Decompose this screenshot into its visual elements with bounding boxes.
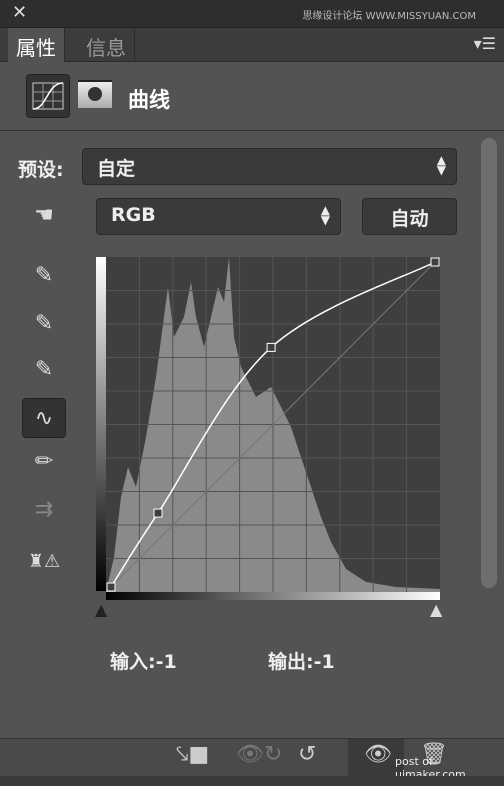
curve-control-point[interactable] — [153, 508, 163, 518]
input-gradient — [106, 592, 440, 600]
view-previous-state-icon[interactable]: 👁↻ — [236, 742, 282, 767]
visibility-eye-icon[interactable]: 👁 — [364, 742, 392, 767]
title-bar: ✕ 思缘设计论坛 WWW.MISSYUAN.COM — [0, 0, 504, 28]
tab-properties[interactable]: 属性 — [8, 28, 65, 62]
channel-select[interactable]: RGB ▲ ▼ — [96, 198, 341, 235]
scrollbar[interactable] — [481, 138, 497, 588]
white-eyedropper-icon[interactable]: ✎ — [22, 350, 66, 390]
curve-point-icon[interactable]: ∿ — [22, 398, 66, 438]
updown-icon: ▲ ▼ — [436, 153, 446, 177]
on-image-adjust-icon[interactable]: ☚ — [22, 196, 66, 236]
curve-control-point[interactable] — [266, 342, 276, 352]
black-eyedropper-icon[interactable]: ✎ — [22, 256, 66, 296]
tab-bar: 属性 信息 ▾☰ — [0, 28, 504, 62]
curve-control-point[interactable] — [106, 582, 116, 592]
input-readout: 输入:-1 — [110, 651, 177, 673]
black-point-slider[interactable]: ▲ — [95, 600, 107, 619]
preset-select[interactable]: 自定 ▲ ▼ — [82, 148, 457, 185]
reset-icon[interactable]: ↺ — [298, 742, 316, 767]
resize-handle[interactable] — [0, 776, 504, 786]
tab-info[interactable]: 信息 — [78, 28, 135, 62]
panel-menu-icon[interactable]: ▾☰ — [474, 34, 496, 53]
mask-icon[interactable] — [78, 80, 112, 108]
auto-button[interactable]: 自动 — [362, 198, 457, 235]
smooth-icon[interactable]: ⇉ — [22, 490, 66, 530]
output-readout: 输出:-1 — [268, 651, 335, 673]
white-point-slider[interactable]: ▲ — [430, 600, 442, 619]
updown-icon: ▲ ▼ — [320, 203, 330, 227]
preset-value: 自定 — [97, 158, 136, 180]
curves-graph[interactable] — [106, 257, 440, 592]
preset-label: 预设: — [18, 159, 64, 181]
output-gradient — [96, 257, 106, 591]
pencil-icon[interactable]: ✏ — [22, 442, 66, 482]
gray-eyedropper-icon[interactable]: ✎ — [22, 304, 66, 344]
curves-icon[interactable] — [26, 74, 70, 118]
panel-title: 曲线 — [128, 88, 170, 112]
watermark: 思缘设计论坛 WWW.MISSYUAN.COM — [302, 11, 476, 22]
clip-to-layer-icon[interactable]: ⤥■ — [176, 742, 209, 767]
clipping-warning-icon[interactable]: ♜⚠ — [22, 542, 66, 582]
channel-value: RGB — [111, 204, 156, 226]
curve-control-point[interactable] — [430, 257, 440, 267]
close-icon[interactable]: ✕ — [12, 2, 27, 23]
